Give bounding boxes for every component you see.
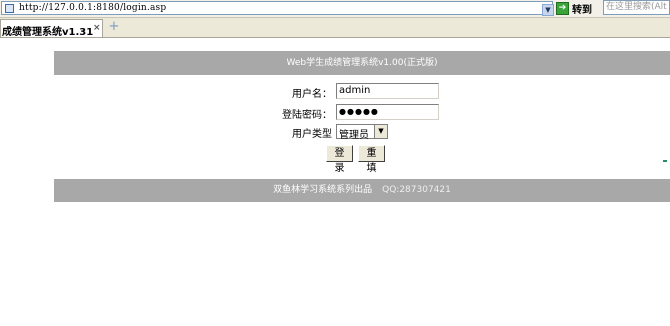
page-title: Web学生成绩管理系统v1.00(正式版) [54,51,670,75]
password-row: 登陆密码： ●●●●● [0,104,670,122]
decorative-mark [663,160,667,162]
login-button[interactable]: 登录 [326,145,353,174]
username-input[interactable]: admin [336,83,439,99]
footer-text: 双鱼林学习系统系列出品 [273,185,373,195]
password-label: 登陆密码： [282,110,332,121]
username-row: 用户名： admin [0,83,670,101]
page-icon [5,4,14,13]
reset-button[interactable]: 重填 [358,145,385,174]
chevron-down-icon[interactable]: ▼ [374,125,387,138]
usertype-label: 用户类型 [292,129,332,140]
tab-active[interactable]: 成绩管理系统v1.31 × [0,19,103,38]
footer: 双鱼林学习系统系列出品 QQ:287307421 [54,179,670,202]
tab-strip: 成绩管理系统v1.31 × + [0,18,670,38]
password-input[interactable]: ●●●●● [336,104,439,120]
tab-title: 成绩管理系统v1.31 [2,27,94,38]
chevron-down-icon[interactable]: ▼ [542,4,554,16]
usertype-select[interactable]: 管理员 ▼ [336,124,388,141]
go-label: 转到 [572,5,592,16]
search-input[interactable]: 在这里搜索(Alt [603,0,670,15]
usertype-row: 用户类型 管理员 ▼ [0,123,670,141]
close-icon[interactable]: × [93,23,101,33]
arrow-right-icon: ➔ [556,2,569,15]
url-text: http://127.0.0.1:8180/login.asp [19,3,167,13]
username-label: 用户名： [292,89,332,100]
url-field[interactable]: http://127.0.0.1:8180/login.asp ▼ [1,1,554,16]
new-tab-icon[interactable]: + [108,20,120,33]
footer-qq: QQ:287307421 [382,185,451,195]
go-button[interactable]: ➔ 转到 [556,1,592,16]
address-bar: http://127.0.0.1:8180/login.asp ▼ ➔ 转到 在… [0,0,670,18]
usertype-value: 管理员 [339,130,369,141]
